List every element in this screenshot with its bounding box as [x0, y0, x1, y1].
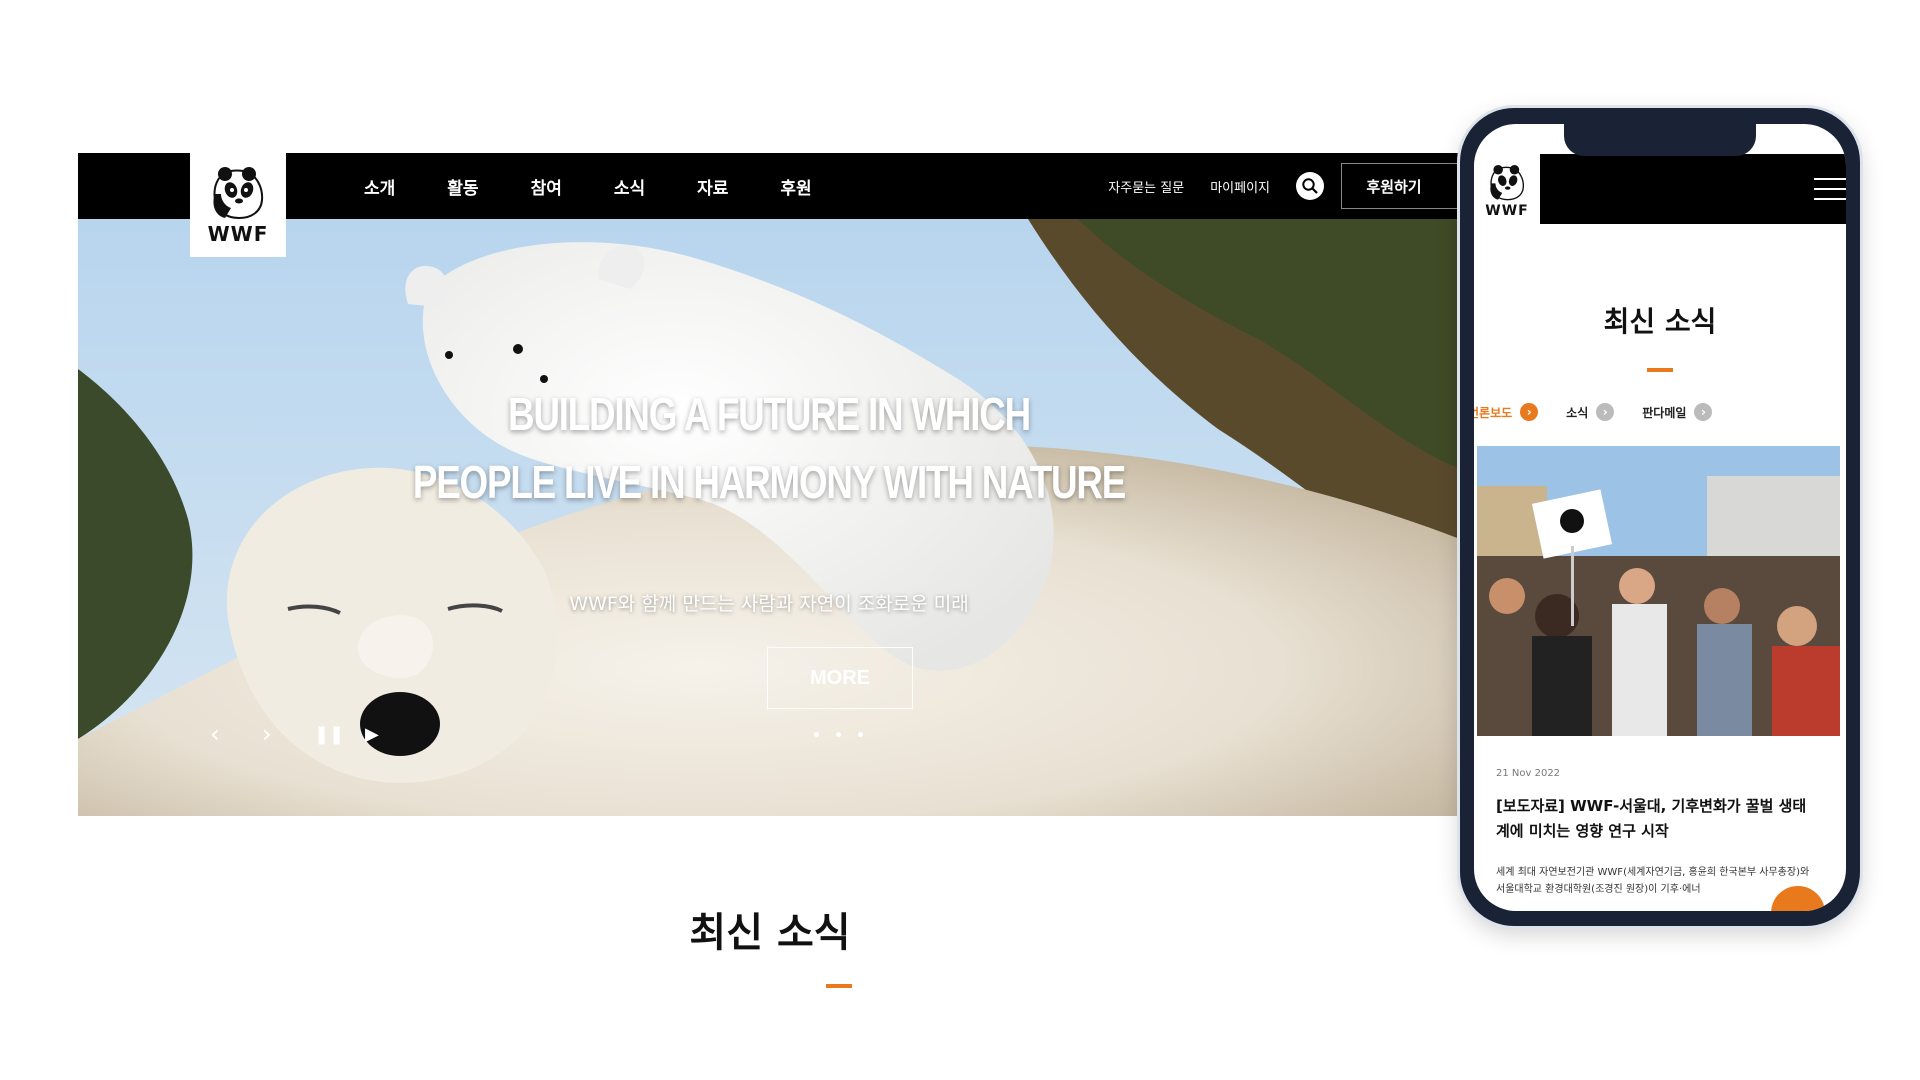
mobile-news-tabs: 언론보도 › 소식 › 판다메일 › [1474, 400, 1740, 424]
phone-mockup: WWF 최신 소식 언론보도 › 소식 › 판다메일 › [1460, 108, 1860, 926]
news-article-image[interactable] [1477, 446, 1840, 736]
article-excerpt: 세계 최대 자연보전기관 WWF(세계자연기금, 홍윤희 한국본부 사무총장)와… [1496, 867, 1810, 895]
search-button[interactable] [1296, 172, 1324, 200]
faq-link[interactable]: 자주묻는 질문 [1108, 177, 1184, 196]
slide-dot[interactable] [836, 732, 841, 737]
hero-polar-bear-image [78, 219, 1460, 816]
chevron-right-icon: › [1520, 403, 1539, 421]
article-headline[interactable]: [보도자료] WWF-서울대, 기후변화가 꿀벌 생태계에 미치는 영향 연구 … [1496, 794, 1816, 844]
mobile-screen: WWF 최신 소식 언론보도 › 소식 › 판다메일 › [1474, 124, 1846, 911]
search-icon [1302, 178, 1318, 194]
mobile-title-underline [1647, 368, 1673, 372]
nav-item-activities[interactable]: 활동 [447, 174, 478, 199]
hero-heading-line-2: PEOPLE LIVE IN HARMONY WITH NATURE [412, 456, 1126, 508]
hero-heading-line-1: BUILDING A FUTURE IN WHICH [507, 388, 1031, 440]
tab-press-label: 언론보도 [1474, 405, 1513, 420]
panda-logo-icon [213, 167, 264, 220]
mobile-logo-text: WWF [1485, 203, 1529, 219]
play-icon[interactable]: ▶ [365, 724, 379, 745]
article-date: 21 Nov 2022 [1496, 768, 1561, 779]
nav-item-about[interactable]: 소개 [364, 174, 395, 199]
pause-icon[interactable]: ❚❚ [314, 724, 344, 745]
nav-item-support[interactable]: 후원 [780, 174, 811, 199]
next-slide-icon[interactable]: › [262, 720, 272, 748]
section-title: 최신 소식 [689, 910, 851, 956]
desktop-site: 소개 활동 참여 소식 자료 후원 자주묻는 질문 마이페이지 후원하기 WWF… [78, 153, 1460, 816]
nav-item-resources[interactable]: 자료 [697, 174, 728, 199]
mobile-section-title: 최신 소식 [1603, 305, 1717, 338]
tab-news-label: 소식 [1566, 405, 1589, 420]
main-menu: 소개 활동 참여 소식 자료 후원 [364, 153, 864, 219]
mypage-link[interactable]: 마이페이지 [1210, 177, 1270, 196]
logo-text: WWF [207, 222, 269, 246]
nav-item-participate[interactable]: 참여 [531, 174, 562, 199]
section-title-underline [826, 984, 852, 988]
tab-panda-mail-label: 판다메일 [1642, 405, 1687, 420]
panda-logo-icon [1490, 165, 1525, 201]
mobile-wwf-logo[interactable]: WWF [1474, 154, 1540, 228]
donate-button[interactable]: 후원하기 [1341, 163, 1460, 209]
hero-banner: BUILDING A FUTURE IN WHICH PEOPLE LIVE I… [78, 219, 1460, 816]
wwf-logo[interactable]: WWF [190, 153, 286, 257]
tab-panda-mail[interactable]: 판다메일 › [1642, 403, 1713, 421]
chevron-right-icon: › [1596, 403, 1615, 421]
nav-item-news[interactable]: 소식 [614, 174, 645, 199]
slide-indicators [814, 732, 863, 737]
more-button[interactable]: MORE [767, 647, 913, 709]
slide-dot[interactable] [814, 732, 819, 737]
chevron-right-icon: › [1694, 403, 1713, 421]
prev-slide-icon[interactable]: ‹ [210, 720, 220, 748]
hamburger-menu-icon[interactable] [1814, 178, 1846, 208]
phone-notch [1564, 124, 1756, 156]
slide-dot[interactable] [858, 732, 863, 737]
utility-nav: 자주묻는 질문 마이페이지 후원하기 [1108, 153, 1460, 219]
tab-press[interactable]: 언론보도 › [1474, 403, 1539, 421]
tab-news[interactable]: 소식 › [1566, 403, 1615, 421]
hero-subtitle: WWF와 함께 만드는 사람과 자연이 조화로운 미래 [569, 593, 969, 615]
